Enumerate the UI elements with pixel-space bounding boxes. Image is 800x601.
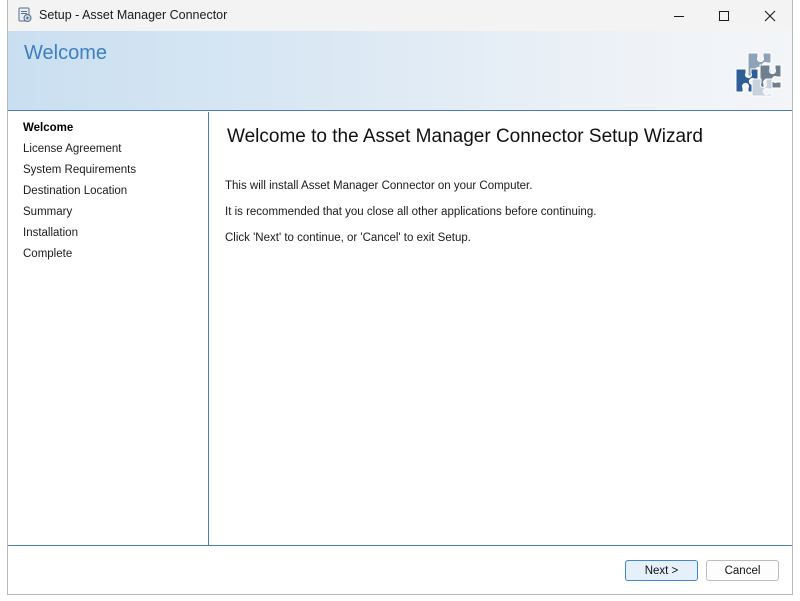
close-apps-advice: It is recommended that you close all oth… (225, 206, 597, 218)
page-title: Welcome (24, 42, 107, 64)
sidebar-step-system-requirements: System Requirements (23, 164, 137, 176)
maximize-button[interactable] (701, 0, 747, 31)
button-bar: Next > Cancel (8, 545, 792, 594)
next-button[interactable]: Next > (625, 560, 698, 581)
puzzle-pieces-icon (730, 47, 782, 97)
setup-app-icon (17, 7, 33, 23)
close-icon (764, 10, 776, 21)
minimize-button[interactable] (656, 0, 702, 31)
sidebar-step-installation: Installation (23, 227, 78, 239)
header-banner: Welcome (8, 31, 792, 111)
setup-window: Setup - Asset Manager Connector Welcome (7, 0, 793, 595)
sidebar-step-complete: Complete (23, 248, 73, 260)
sidebar-step-summary: Summary (23, 206, 73, 218)
minimize-icon (674, 15, 684, 17)
wizard-heading: Welcome to the Asset Manager Connector S… (227, 126, 703, 147)
sidebar-step-welcome: Welcome (23, 122, 74, 134)
maximize-icon (719, 10, 729, 21)
window-title: Setup - Asset Manager Connector (39, 8, 228, 22)
install-description: This will install Asset Manager Connecto… (225, 180, 533, 192)
sidebar-step-license-agreement: License Agreement (23, 143, 122, 155)
cancel-button[interactable]: Cancel (706, 560, 779, 581)
main-content: Welcome to the Asset Manager Connector S… (210, 112, 792, 545)
close-button[interactable] (747, 0, 793, 31)
sidebar-step-destination-location: Destination Location (23, 185, 128, 197)
title-bar[interactable]: Setup - Asset Manager Connector (8, 0, 792, 31)
steps-sidebar: Welcome License Agreement System Require… (8, 112, 209, 545)
continue-instructions: Click 'Next' to continue, or 'Cancel' to… (225, 232, 471, 244)
